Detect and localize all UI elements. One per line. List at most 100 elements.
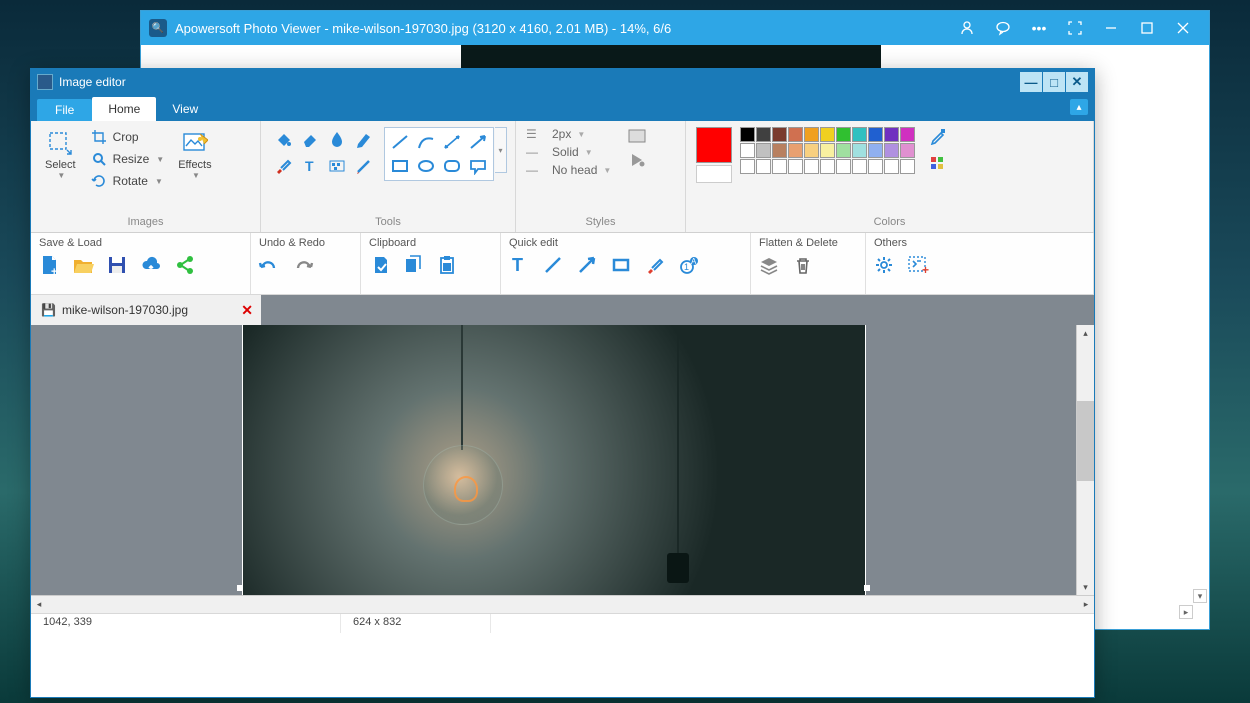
editor-minimize-icon[interactable]: — [1020, 72, 1042, 92]
color-swatch[interactable] [900, 127, 915, 142]
cloud-upload-icon[interactable] [139, 253, 163, 277]
viewer-scroll-down-icon[interactable]: ▾ [1193, 589, 1207, 603]
color-swatch[interactable] [804, 143, 819, 158]
pen-tool-icon[interactable] [352, 154, 376, 178]
color-swatch[interactable] [884, 159, 899, 174]
color-swatch[interactable] [884, 143, 899, 158]
qe-rect-icon[interactable] [609, 253, 633, 277]
double-arrow-icon[interactable] [440, 131, 464, 153]
paste-icon[interactable] [435, 253, 459, 277]
scroll-thumb[interactable] [1077, 401, 1094, 481]
document-tab[interactable]: 💾 mike-wilson-197030.jpg ✕ [31, 295, 261, 325]
color-swatch[interactable] [868, 159, 883, 174]
fullscreen-icon[interactable] [1057, 11, 1093, 45]
redo-icon[interactable] [291, 253, 315, 277]
qe-text-icon[interactable]: T [507, 253, 531, 277]
color-swatch[interactable] [900, 159, 915, 174]
flatten-icon[interactable] [757, 253, 781, 277]
line-shape-icon[interactable] [388, 131, 412, 153]
open-file-icon[interactable] [71, 253, 95, 277]
arrow-shape-icon[interactable] [466, 131, 490, 153]
horizontal-scrollbar[interactable]: ◂ ▸ [31, 595, 1094, 613]
settings-icon[interactable] [872, 253, 896, 277]
callout-shape-icon[interactable] [466, 155, 490, 177]
mosaic-tool-icon[interactable] [325, 154, 349, 178]
editor-close-icon[interactable]: ✕ [1066, 72, 1088, 92]
resize-handle-left[interactable] [237, 585, 243, 591]
highlight-tool-icon[interactable] [352, 127, 376, 151]
canvas-holder[interactable] [31, 325, 1076, 595]
more-icon[interactable]: ••• [1021, 11, 1057, 45]
screenshot-icon[interactable]: + [906, 253, 930, 277]
blur-tool-icon[interactable] [325, 127, 349, 151]
scroll-right-icon[interactable]: ▸ [1078, 596, 1094, 613]
share-icon[interactable] [173, 253, 197, 277]
color-swatch[interactable] [836, 127, 851, 142]
more-colors-icon[interactable] [929, 155, 947, 173]
rectangle-shape-icon[interactable] [388, 155, 412, 177]
color-swatch[interactable] [852, 159, 867, 174]
account-icon[interactable] [949, 11, 985, 45]
color-swatch[interactable] [836, 159, 851, 174]
color-swatch[interactable] [852, 143, 867, 158]
color-swatch[interactable] [836, 143, 851, 158]
color-swatch[interactable] [740, 127, 755, 142]
vertical-scrollbar[interactable]: ▴ ▾ [1076, 325, 1094, 595]
rounded-rect-icon[interactable] [440, 155, 464, 177]
scroll-up-icon[interactable]: ▴ [1077, 325, 1094, 341]
tab-view[interactable]: View [156, 97, 214, 121]
color-swatch[interactable] [788, 143, 803, 158]
feedback-icon[interactable] [985, 11, 1021, 45]
collapse-ribbon-icon[interactable]: ▴ [1070, 99, 1088, 115]
color-swatch[interactable] [820, 159, 835, 174]
select-button[interactable]: Select ▼ [41, 127, 80, 182]
scroll-left-icon[interactable]: ◂ [31, 596, 47, 613]
resize-button[interactable]: Resize▼ [88, 149, 167, 169]
new-file-icon[interactable]: + [37, 253, 61, 277]
minimize-icon[interactable] [1093, 11, 1129, 45]
color-swatch[interactable] [788, 159, 803, 174]
current-color-swatch[interactable] [696, 127, 732, 163]
tab-file[interactable]: File [37, 99, 92, 121]
line-style-selector[interactable]: —Solid▼ [526, 145, 611, 159]
eyedropper-icon[interactable] [929, 127, 947, 145]
shape-outline-icon[interactable] [627, 127, 647, 145]
color-swatch[interactable] [740, 143, 755, 158]
secondary-color-swatch[interactable] [696, 165, 732, 183]
brush-tool-icon[interactable] [271, 154, 295, 178]
close-icon[interactable] [1165, 11, 1201, 45]
rotate-button[interactable]: Rotate▼ [88, 171, 167, 191]
color-swatch[interactable] [820, 143, 835, 158]
qe-number-icon[interactable]: 1A [677, 253, 701, 277]
color-swatch[interactable] [852, 127, 867, 142]
copy-check-icon[interactable] [367, 253, 391, 277]
qe-line-icon[interactable] [541, 253, 565, 277]
color-swatch[interactable] [772, 143, 787, 158]
color-swatch[interactable] [772, 159, 787, 174]
viewer-scroll-right-icon[interactable]: ▸ [1179, 605, 1193, 619]
color-swatch[interactable] [868, 143, 883, 158]
color-swatch[interactable] [756, 159, 771, 174]
qe-arrow-icon[interactable] [575, 253, 599, 277]
tab-home[interactable]: Home [92, 97, 156, 121]
fill-tool-icon[interactable] [271, 127, 295, 151]
save-file-icon[interactable] [105, 253, 129, 277]
color-swatch[interactable] [804, 159, 819, 174]
color-swatch[interactable] [788, 127, 803, 142]
curve-shape-icon[interactable] [414, 131, 438, 153]
text-tool-icon[interactable]: T [298, 154, 322, 178]
editor-maximize-icon[interactable]: □ [1043, 72, 1065, 92]
color-swatch[interactable] [772, 127, 787, 142]
color-swatch[interactable] [804, 127, 819, 142]
resize-handle-right[interactable] [864, 585, 870, 591]
document-tab-close-icon[interactable]: ✕ [241, 302, 253, 319]
line-width-selector[interactable]: ☰2px▼ [526, 127, 611, 141]
color-swatch[interactable] [740, 159, 755, 174]
copy-icon[interactable] [401, 253, 425, 277]
ellipse-shape-icon[interactable] [414, 155, 438, 177]
delete-icon[interactable] [791, 253, 815, 277]
undo-icon[interactable] [257, 253, 281, 277]
crop-button[interactable]: Crop [88, 127, 167, 147]
color-swatch[interactable] [868, 127, 883, 142]
shape-fill-icon[interactable] [627, 151, 647, 169]
